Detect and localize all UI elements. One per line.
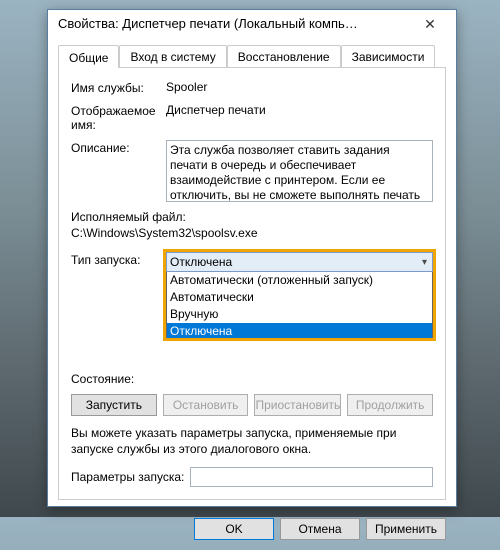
tab-recovery[interactable]: Восстановление <box>227 45 341 67</box>
start-button[interactable]: Запустить <box>71 394 157 416</box>
state-label: Состояние: <box>71 371 166 386</box>
cancel-button[interactable]: Отмена <box>280 518 360 540</box>
startup-type-options: Автоматически (отложенный запуск) Автома… <box>166 272 433 341</box>
exe-label: Исполняемый файл: <box>71 210 433 224</box>
params-input[interactable] <box>190 467 433 487</box>
exe-path: C:\Windows\System32\spoolsv.exe <box>71 226 433 240</box>
startup-option-disabled[interactable]: Отключена <box>167 323 432 340</box>
stop-button: Остановить <box>163 394 249 416</box>
startup-option-manual[interactable]: Вручную <box>167 306 432 323</box>
dialog-buttons: OK Отмена Применить <box>48 510 456 550</box>
display-name-label: Отображаемое имя: <box>71 103 166 132</box>
tab-general[interactable]: Общие <box>58 45 119 68</box>
service-name-value: Spooler <box>166 80 433 94</box>
description-label: Описание: <box>71 140 166 155</box>
window-title: Свойства: Диспетчер печати (Локальный ко… <box>58 16 412 31</box>
apply-button[interactable]: Применить <box>366 518 446 540</box>
chevron-down-icon: ▾ <box>420 257 429 268</box>
titlebar: Свойства: Диспетчер печати (Локальный ко… <box>48 10 456 38</box>
tab-logon[interactable]: Вход в систему <box>119 45 226 67</box>
ok-button[interactable]: OK <box>194 518 274 540</box>
display-name-value: Диспетчер печати <box>166 103 433 117</box>
startup-type-dropdown[interactable]: Отключена ▾ <box>166 252 433 272</box>
close-icon[interactable]: ✕ <box>412 17 448 31</box>
startup-option-auto-delayed[interactable]: Автоматически (отложенный запуск) <box>167 272 432 289</box>
startup-option-auto[interactable]: Автоматически <box>167 289 432 306</box>
params-hint: Вы можете указать параметры запуска, при… <box>71 426 433 457</box>
tab-pane-general: Имя службы: Spooler Отображаемое имя: Ди… <box>58 67 446 500</box>
service-name-label: Имя службы: <box>71 80 166 95</box>
params-label: Параметры запуска: <box>71 470 184 484</box>
tab-dependencies[interactable]: Зависимости <box>341 45 436 67</box>
pause-button: Приостановить <box>254 394 341 416</box>
startup-type-selected: Отключена <box>170 255 420 269</box>
startup-type-label: Тип запуска: <box>71 252 166 267</box>
description-textarea[interactable]: Эта служба позволяет ставить задания печ… <box>166 140 433 202</box>
properties-dialog: Свойства: Диспетчер печати (Локальный ко… <box>47 9 457 507</box>
resume-button: Продолжить <box>347 394 433 416</box>
tab-strip: Общие Вход в систему Восстановление Зави… <box>58 44 446 68</box>
